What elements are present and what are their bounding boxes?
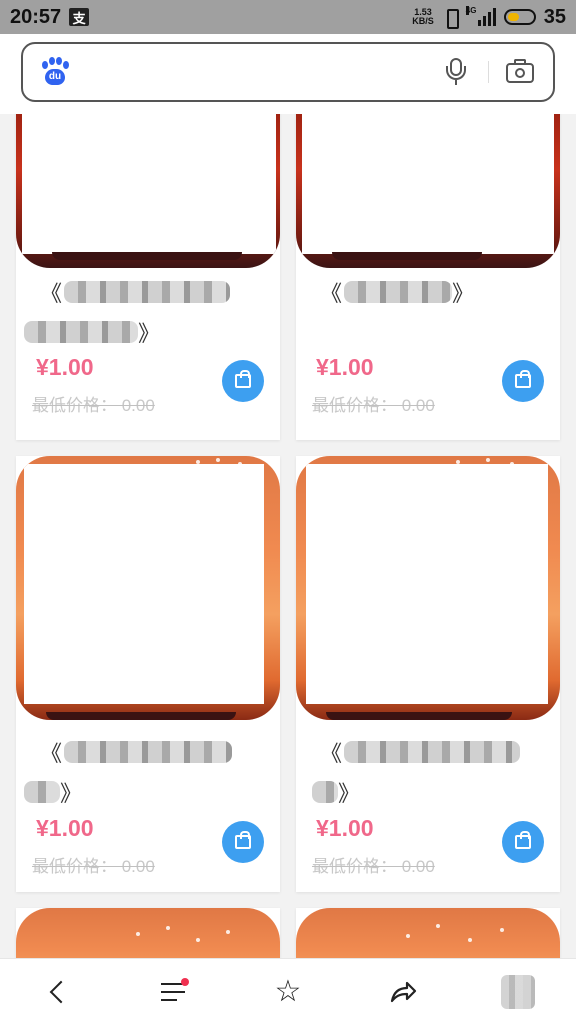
product-card[interactable]: 《 》 ¥1.00 最低价格： 0.00 [16, 456, 280, 892]
product-title: 《 [320, 736, 521, 768]
product-image[interactable] [16, 456, 280, 720]
add-to-cart-button[interactable] [502, 821, 544, 863]
vibrate-icon [442, 8, 460, 29]
shopping-bag-icon [235, 370, 251, 388]
product-title-blurred [64, 281, 231, 303]
product-image[interactable] [16, 114, 280, 268]
search-box[interactable]: du [21, 42, 555, 102]
product-title: 《 [40, 276, 231, 308]
product-card[interactable] [296, 908, 560, 958]
add-to-cart-button[interactable] [222, 360, 264, 402]
product-price: ¥1.00 [316, 354, 374, 380]
product-image[interactable] [296, 114, 560, 268]
share-button[interactable] [379, 968, 427, 1016]
product-card[interactable]: 《 》 ¥1.00 最低价格： 0.00 [296, 114, 560, 440]
network-speed-unit: KB/S [412, 16, 434, 26]
product-grid: 《 》 ¥1.00 最低价格： 0.00 《 》 ¥1.00 最低价格： 0.0… [0, 114, 576, 958]
battery-level: 35 [543, 5, 566, 28]
product-title-line2: 》 [24, 776, 82, 808]
product-title-open-bracket: 《 [40, 281, 63, 306]
product-card[interactable]: 《 》 ¥1.00 最低价格： 0.00 [16, 114, 280, 440]
product-min-price: 最低价格： 0.00 [32, 396, 155, 415]
product-title: 《 》 [320, 276, 474, 308]
alipay-notification-icon: 支 [69, 8, 90, 26]
network-speed: 1.53 KB/S [412, 8, 434, 26]
product-price: ¥1.00 [36, 354, 94, 380]
product-min-price: 最低价格： 0.00 [312, 857, 435, 876]
notification-dot [180, 977, 189, 986]
product-image[interactable] [296, 456, 560, 720]
product-title-line2: 》 [312, 776, 360, 808]
product-title-blurred [64, 741, 233, 763]
product-card[interactable] [16, 908, 280, 958]
product-title-blurred [344, 281, 453, 303]
status-time: 20:57 [10, 5, 62, 28]
product-title-blurred [24, 781, 60, 803]
baidu-logo-icon[interactable]: du [39, 57, 69, 87]
product-title-close-bracket: 》 [60, 781, 83, 806]
product-title-open-bracket: 《 [40, 741, 63, 766]
shopping-bag-icon [235, 831, 251, 849]
shopping-bag-icon [515, 831, 531, 849]
product-min-price: 最低价格： 0.00 [32, 857, 155, 876]
baidu-logo-text: du [45, 69, 65, 85]
product-min-price: 最低价格： 0.00 [312, 396, 435, 415]
product-image[interactable] [16, 908, 280, 958]
product-title-blurred [24, 321, 138, 343]
favorite-button[interactable]: ☆ [264, 968, 312, 1016]
menu-icon [160, 977, 189, 1002]
search-header: du [0, 34, 576, 114]
product-title-blurred [312, 781, 338, 803]
product-card[interactable]: 《 》 ¥1.00 最低价格： 0.00 [296, 456, 560, 892]
search-input[interactable] [81, 52, 438, 92]
bottom-navigation: ☆ [0, 958, 576, 1024]
product-title-line2: 》 [24, 316, 160, 348]
product-image[interactable] [296, 908, 560, 958]
star-icon: ☆ [274, 974, 302, 1008]
shopping-bag-icon [515, 370, 531, 388]
add-to-cart-button[interactable] [222, 821, 264, 863]
avatar [501, 974, 536, 1009]
product-price: ¥1.00 [36, 815, 94, 841]
menu-button[interactable] [149, 968, 197, 1016]
product-title-open-bracket: 《 [320, 281, 343, 306]
product-title-close-bracket: 》 [338, 781, 361, 806]
back-button[interactable] [34, 968, 82, 1016]
product-title-open-bracket: 《 [320, 741, 343, 766]
camera-icon[interactable] [503, 55, 537, 89]
profile-button[interactable] [494, 968, 542, 1016]
product-title-close-bracket: 》 [138, 321, 161, 346]
network-type: 4G [465, 6, 477, 15]
add-to-cart-button[interactable] [502, 360, 544, 402]
product-title: 《 [40, 736, 233, 768]
signal-icon: 4G [465, 6, 496, 26]
status-bar: 20:57 支 1.53 KB/S 4G 35 [0, 0, 576, 34]
microphone-icon[interactable] [438, 54, 474, 90]
chevron-left-icon [49, 980, 72, 1003]
search-divider [488, 61, 489, 83]
product-title-blurred [344, 741, 521, 763]
product-title-close-bracket: 》 [452, 281, 475, 306]
battery-icon [503, 9, 536, 25]
share-icon [391, 981, 417, 1002]
product-price: ¥1.00 [316, 815, 374, 841]
